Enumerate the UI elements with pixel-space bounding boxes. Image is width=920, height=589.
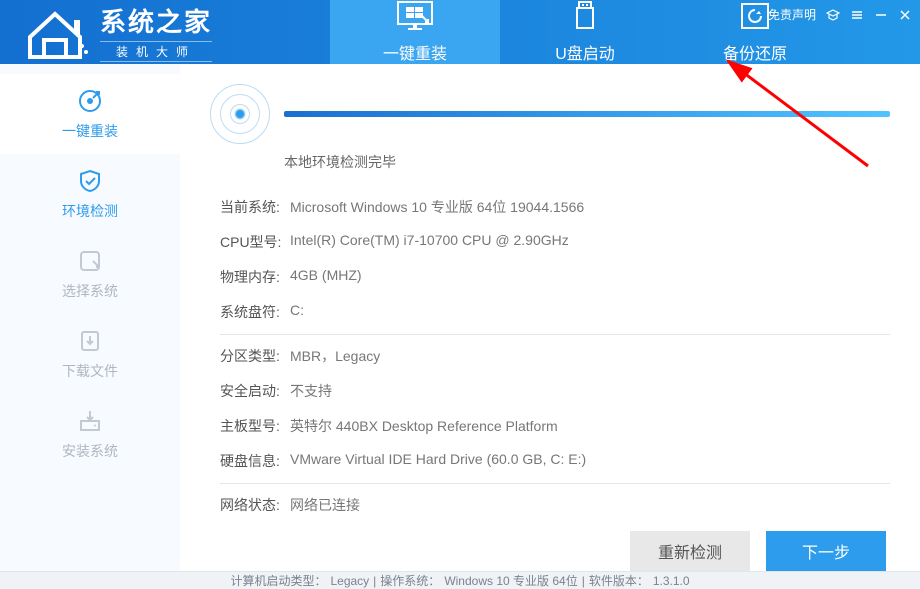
next-button[interactable]: 下一步 bbox=[766, 531, 886, 571]
download-icon bbox=[76, 327, 104, 355]
info-row: 系统盘符:C: bbox=[220, 295, 890, 330]
info-value: Intel(R) Core(TM) i7-10700 CPU @ 2.90GHz bbox=[290, 232, 569, 252]
status-ver-label: 软件版本： bbox=[589, 572, 649, 589]
nav-tab-reinstall[interactable]: 一键重装 bbox=[330, 0, 500, 64]
close-icon[interactable] bbox=[898, 8, 912, 22]
recheck-button[interactable]: 重新检测 bbox=[630, 531, 750, 571]
info-list: 当前系统:Microsoft Windows 10 专业版 64位 19044.… bbox=[220, 190, 890, 523]
sidebar-item-label: 环境检测 bbox=[62, 201, 118, 221]
info-label: 主板型号: bbox=[220, 416, 290, 436]
usb-icon bbox=[564, 0, 606, 32]
disclaimer-link[interactable]: 免责声明 bbox=[768, 6, 816, 23]
info-label: 物理内存: bbox=[220, 267, 290, 287]
nav-tab-usb[interactable]: U盘启动 bbox=[500, 0, 670, 64]
content: 本地环境检测完毕 当前系统:Microsoft Windows 10 专业版 6… bbox=[180, 64, 920, 571]
info-value: 英特尔 440BX Desktop Reference Platform bbox=[290, 416, 558, 436]
info-row: CPU型号:Intel(R) Core(TM) i7-10700 CPU @ 2… bbox=[220, 225, 890, 260]
info-label: 网络状态: bbox=[220, 495, 290, 515]
status-os-value: Windows 10 专业版 64位 bbox=[444, 572, 577, 589]
nav-tab-label: 备份还原 bbox=[723, 40, 787, 64]
info-label: 硬盘信息: bbox=[220, 451, 290, 471]
graduation-icon[interactable] bbox=[826, 8, 840, 22]
logo-icon bbox=[20, 2, 90, 62]
sidebar-item-label: 下载文件 bbox=[62, 361, 118, 381]
shield-icon bbox=[76, 167, 104, 195]
logo-area: 系统之家 装机大师 bbox=[0, 2, 330, 62]
info-value: 网络已连接 bbox=[290, 495, 360, 515]
sidebar: 一键重装 环境检测 选择系统 下载文件 安装系统 bbox=[0, 64, 180, 571]
progress-label: 本地环境检测完毕 bbox=[284, 152, 890, 172]
sidebar-item-label: 安装系统 bbox=[62, 441, 118, 461]
info-row: 物理内存:4GB (MHZ) bbox=[220, 260, 890, 295]
info-value: Microsoft Windows 10 专业版 64位 19044.1566 bbox=[290, 197, 584, 217]
statusbar: 计算机启动类型： Legacy | 操作系统： Windows 10 专业版 6… bbox=[0, 571, 920, 589]
logo-subtitle: 装机大师 bbox=[100, 41, 212, 62]
radar-icon bbox=[210, 84, 270, 144]
select-icon bbox=[76, 247, 104, 275]
info-row: 硬盘信息:VMware Virtual IDE Hard Drive (60.0… bbox=[220, 444, 890, 479]
logo-title: 系统之家 bbox=[100, 2, 212, 39]
sidebar-item-select[interactable]: 选择系统 bbox=[0, 234, 180, 314]
info-value: MBR，Legacy bbox=[290, 346, 380, 366]
info-label: 安全启动: bbox=[220, 381, 290, 401]
minimize-icon[interactable] bbox=[874, 8, 888, 22]
nav-tab-label: U盘启动 bbox=[555, 40, 615, 64]
target-icon bbox=[76, 87, 104, 115]
info-row: 网络状态:网络已连接 bbox=[220, 488, 890, 523]
sidebar-item-download[interactable]: 下载文件 bbox=[0, 314, 180, 394]
info-row: 主板型号:英特尔 440BX Desktop Reference Platfor… bbox=[220, 409, 890, 444]
info-value: C: bbox=[290, 302, 304, 322]
nav-tab-label: 一键重装 bbox=[383, 40, 447, 64]
sidebar-item-reinstall[interactable]: 一键重装 bbox=[0, 74, 180, 154]
monitor-icon bbox=[394, 0, 436, 32]
sidebar-item-install[interactable]: 安装系统 bbox=[0, 394, 180, 474]
progress-bar bbox=[284, 111, 890, 117]
info-value: 4GB (MHZ) bbox=[290, 267, 362, 287]
info-row: 分区类型:MBR，Legacy bbox=[220, 339, 890, 374]
install-icon bbox=[76, 407, 104, 435]
info-label: 当前系统: bbox=[220, 197, 290, 217]
sidebar-item-label: 一键重装 bbox=[62, 121, 118, 141]
info-label: 分区类型: bbox=[220, 346, 290, 366]
status-os-label: 操作系统： bbox=[380, 572, 440, 589]
info-value: 不支持 bbox=[290, 381, 332, 401]
sidebar-item-env[interactable]: 环境检测 bbox=[0, 154, 180, 234]
status-boot-label: 计算机启动类型： bbox=[230, 572, 326, 589]
menu-icon[interactable] bbox=[850, 8, 864, 22]
info-row: 安全启动:不支持 bbox=[220, 374, 890, 409]
status-ver-value: 1.3.1.0 bbox=[653, 574, 690, 588]
sidebar-item-label: 选择系统 bbox=[62, 281, 118, 301]
info-label: CPU型号: bbox=[220, 232, 290, 252]
info-label: 系统盘符: bbox=[220, 302, 290, 322]
header: 系统之家 装机大师 一键重装 U盘启动 备份还原 bbox=[0, 0, 920, 64]
info-row: 当前系统:Microsoft Windows 10 专业版 64位 19044.… bbox=[220, 190, 890, 225]
info-value: VMware Virtual IDE Hard Drive (60.0 GB, … bbox=[290, 451, 586, 471]
status-boot-value: Legacy bbox=[330, 574, 369, 588]
